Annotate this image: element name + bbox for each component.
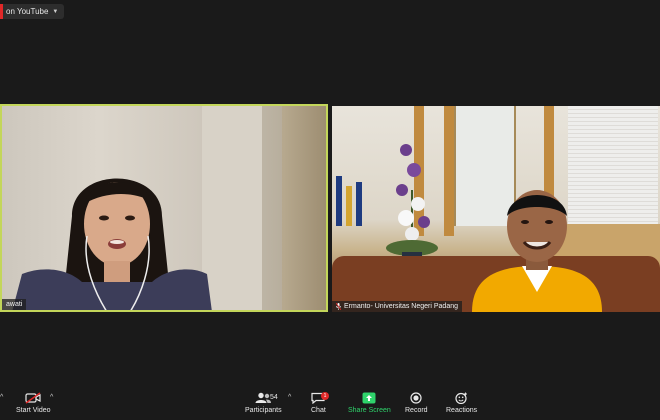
microphone-muted-icon [336,302,341,310]
share-screen-icon [362,392,376,404]
audio-options-chevron-icon[interactable]: ^ [0,394,3,401]
share-screen-label: Share Screen [348,407,391,414]
reactions-label: Reactions [446,407,478,414]
video-tile-participant[interactable]: Ermanto- Universitas Negeri Padang [332,106,660,312]
smiley-icon [455,392,468,404]
participants-label: Participants [245,407,282,414]
live-stream-indicator[interactable]: on YouTube ▼ [0,4,65,19]
trophy [346,186,352,226]
record-button[interactable]: Record [405,392,428,414]
reactions-button[interactable]: Reactions [446,392,477,414]
chevron-down-icon: ▼ [52,8,59,15]
participant-video [12,178,212,310]
participant-name: awati [6,301,23,308]
trophy [356,182,362,226]
meeting-toolbar: Start Video ^ ^ Participants 54 ^ Chat 1… [0,386,660,420]
chat-label: Chat [311,407,326,414]
record-icon [410,392,422,404]
participant-name-tag: Ermanto- Universitas Negeri Padang [332,301,462,312]
live-label: on YouTube [6,7,49,16]
video-off-icon [25,392,41,404]
trophy [336,176,342,226]
participants-count: 54 [270,394,278,401]
start-video-label: Start Video [16,407,51,414]
participant-name-tag: awati [2,299,27,310]
record-label: Record [405,407,428,414]
background-door [282,106,326,310]
video-tile-active-speaker[interactable]: awati [0,104,328,312]
chat-unread-badge: 1 [321,392,329,400]
share-screen-button[interactable]: Share Screen [348,392,391,414]
participant-video [472,190,602,312]
participants-options-chevron-icon[interactable]: ^ [288,394,291,401]
participant-name: Ermanto- Universitas Negeri Padang [344,303,458,310]
video-options-chevron-icon[interactable]: ^ [50,394,53,401]
start-video-button[interactable]: Start Video [16,392,51,414]
